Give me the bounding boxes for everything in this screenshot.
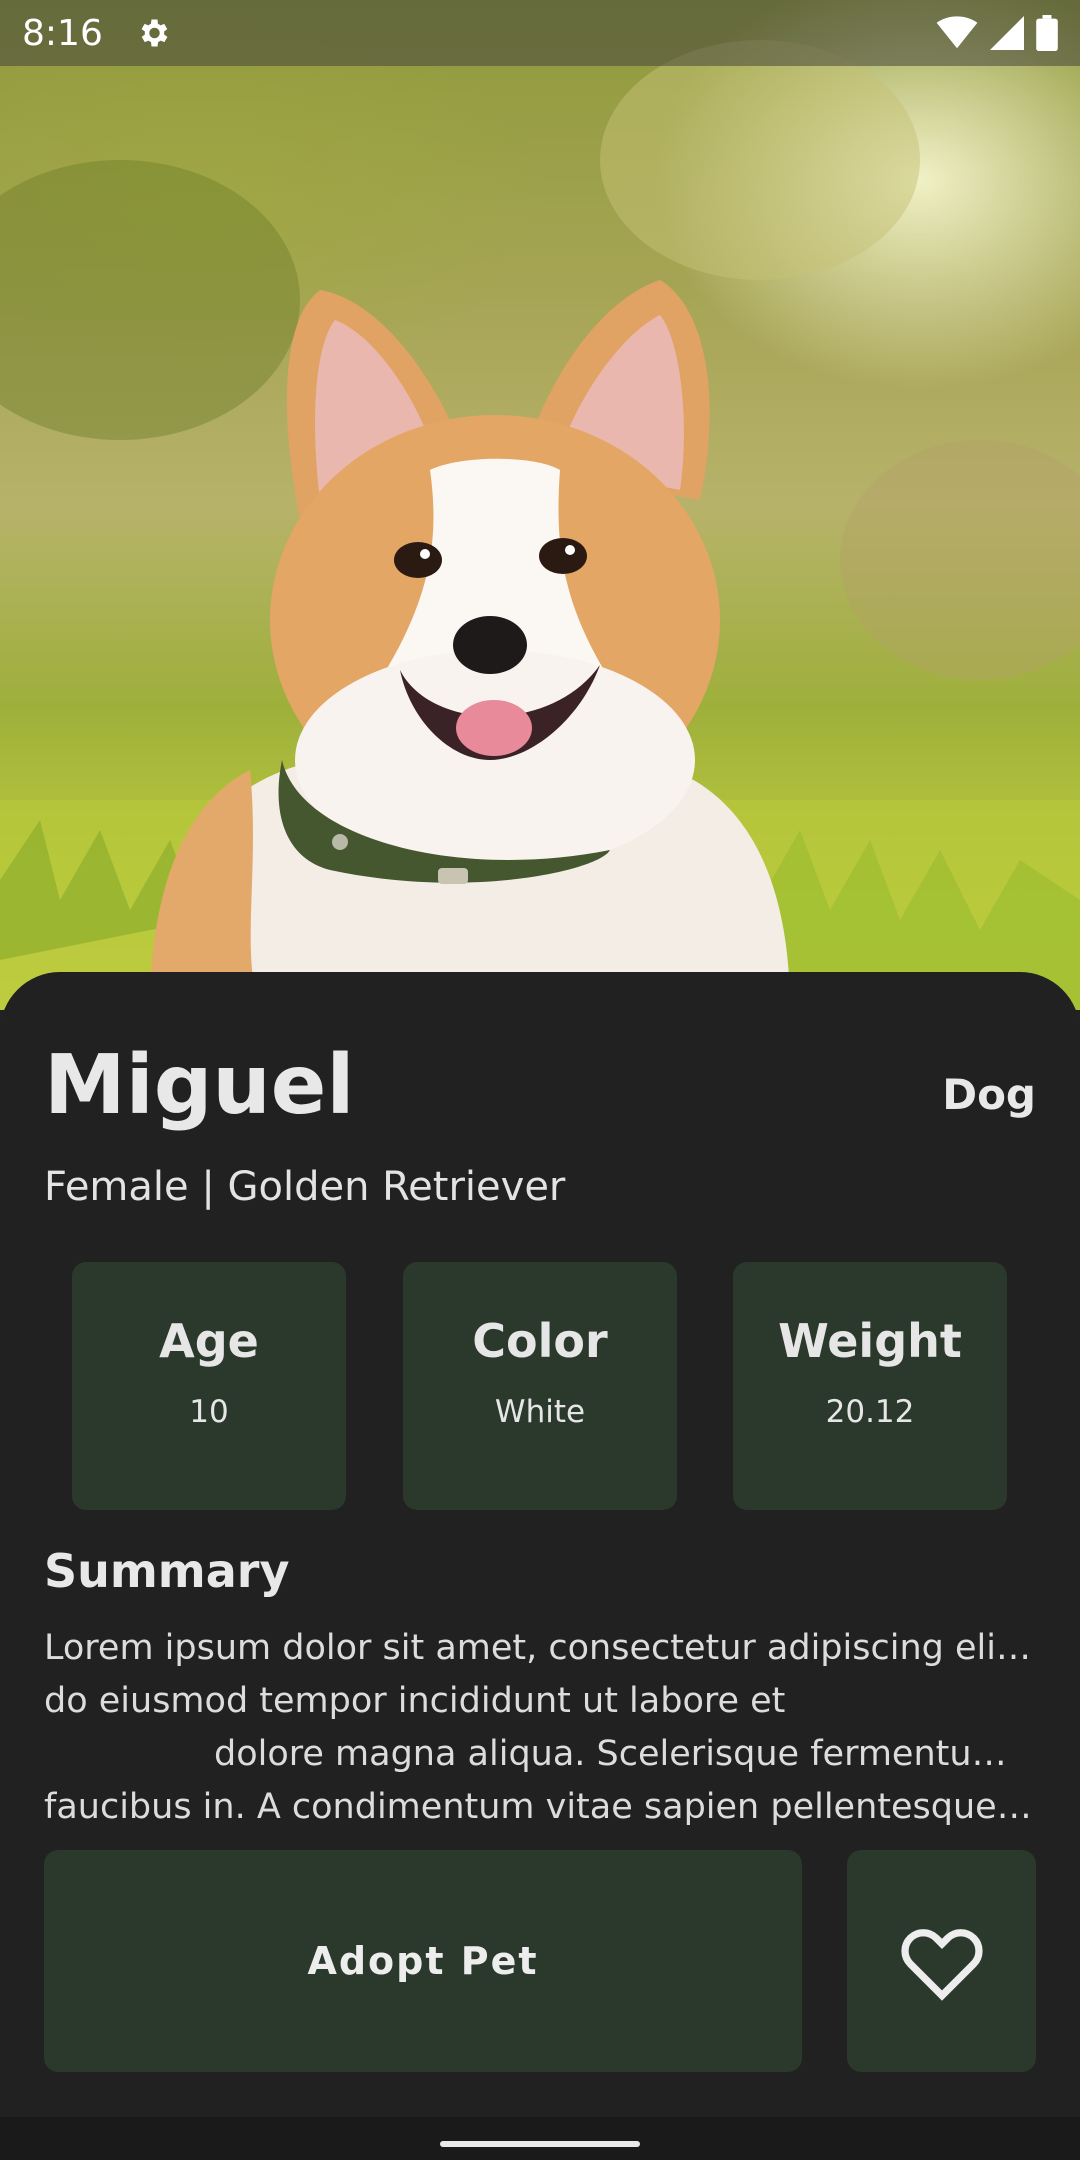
home-gesture-handle[interactable] — [440, 2141, 640, 2147]
status-time: 8:16 — [22, 12, 103, 54]
status-icons — [936, 15, 1058, 51]
summary-text: Lorem ipsum dolor sit amet, consectetur … — [44, 1622, 1036, 1836]
pet-type: Dog — [942, 1070, 1036, 1119]
stat-color-label: Color — [472, 1314, 608, 1368]
corgi-illustration — [0, 40, 1080, 1010]
summary-line: do eiusmod tempor incididunt ut labore e… — [44, 1681, 786, 1721]
signal-icon — [990, 16, 1024, 50]
stat-color: Color White — [403, 1262, 677, 1510]
pet-details-screen: 8:16 Miguel Dog Female | Golden Retrieve… — [0, 0, 1080, 2160]
stat-color-value: White — [494, 1394, 586, 1430]
stat-age-value: 10 — [189, 1394, 229, 1430]
summary-line: dolore magna aliqua. Scelerisque ferment… — [214, 1734, 1036, 1774]
summary-title: Summary — [44, 1544, 290, 1598]
settings-gear-icon — [141, 19, 168, 47]
summary-line: faucibus in. A condimentum vitae sapien … — [44, 1787, 1036, 1827]
navigation-bar — [0, 2117, 1080, 2160]
pet-gender-breed: Female | Golden Retriever — [44, 1164, 566, 1210]
pet-stats: Age 10 Color White Weight 20.12 — [72, 1262, 1008, 1510]
stat-weight-label: Weight — [778, 1314, 962, 1368]
pet-photo — [0, 0, 1080, 1010]
wifi-icon — [936, 16, 978, 49]
stat-age: Age 10 — [72, 1262, 346, 1510]
battery-icon — [1036, 15, 1058, 51]
status-bar: 8:16 — [0, 0, 1080, 66]
summary-line: Lorem ipsum dolor sit amet, consectetur … — [44, 1628, 1036, 1668]
stat-weight: Weight 20.12 — [733, 1262, 1007, 1510]
stat-age-label: Age — [159, 1314, 259, 1368]
stat-weight-value: 20.12 — [825, 1394, 915, 1430]
favorite-button[interactable] — [847, 1850, 1036, 2072]
pet-details-card: Miguel Dog Female | Golden Retriever Age… — [0, 972, 1080, 2117]
pet-name: Miguel — [44, 1038, 355, 1133]
heart-outline-icon — [900, 1929, 983, 2001]
adopt-pet-button[interactable]: Adopt Pet — [44, 1850, 802, 2072]
